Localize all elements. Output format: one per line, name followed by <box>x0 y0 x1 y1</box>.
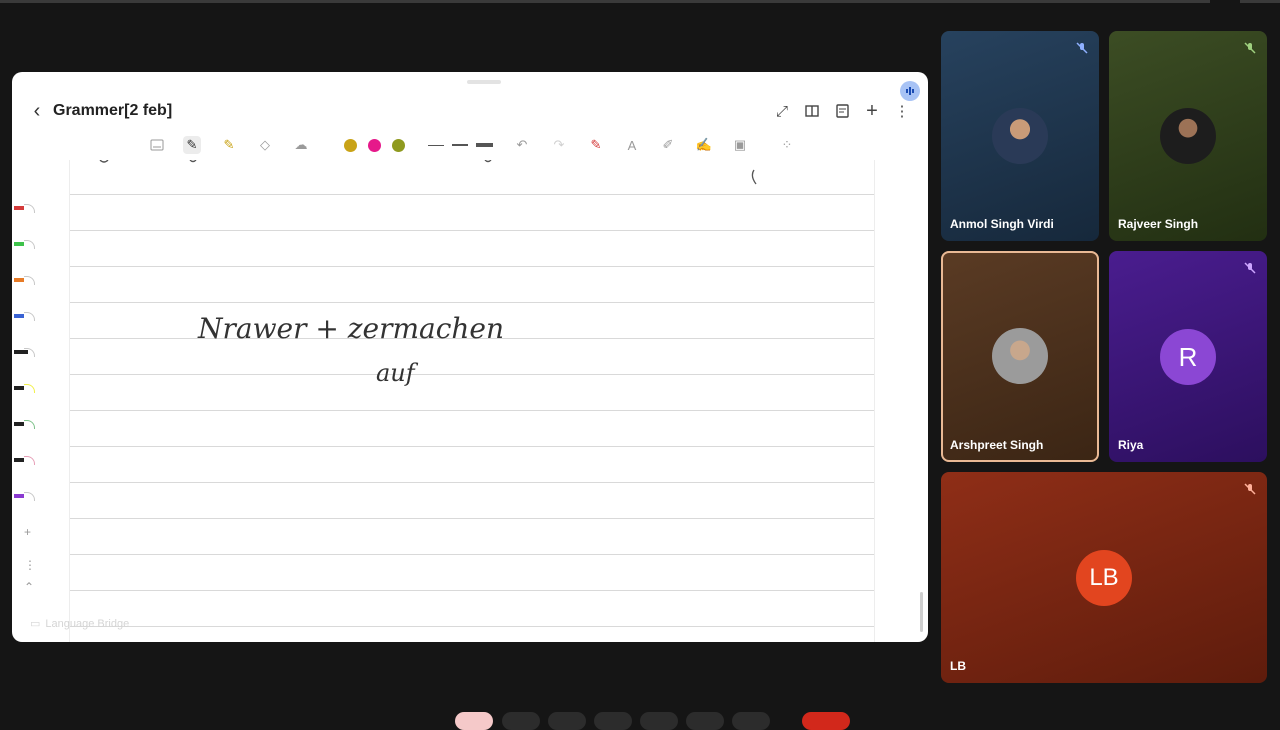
notebook-title: Grammer[2 feb] <box>53 102 173 119</box>
pen-preset-yellow[interactable] <box>14 384 36 393</box>
undo-icon[interactable]: ↶ <box>513 136 531 154</box>
notebook-page-canvas[interactable]: Nrawer + zermachen auf <box>69 160 875 642</box>
participant-name: Anmol Singh Virdi <box>950 217 1054 231</box>
page-settings-icon[interactable] <box>832 100 852 122</box>
more-pens-icon[interactable]: ⋮ <box>24 558 36 572</box>
pen-preset-pink[interactable] <box>14 456 36 465</box>
watermark-text: Language Bridge <box>45 617 130 630</box>
muted-mic-icon <box>1244 262 1256 274</box>
text-style-icon[interactable]: A <box>623 136 641 154</box>
lasso-icon[interactable]: ☁ <box>292 136 310 154</box>
header-actions: ⤢ + ⋮ <box>772 100 912 122</box>
cutoff-ink-strokes <box>99 160 757 185</box>
participant-avatar <box>992 108 1048 164</box>
muted-mic-icon <box>1076 42 1088 54</box>
participant-tile[interactable]: Rajveer Singh <box>1109 31 1267 241</box>
participant-name: Riya <box>1118 438 1144 452</box>
redo-icon[interactable]: ↷ <box>550 136 568 154</box>
notebook-header: ‹ Grammer[2 feb] ⤢ + ⋮ <box>12 94 928 130</box>
add-page-icon[interactable]: + <box>862 100 882 122</box>
more-button[interactable] <box>732 712 770 730</box>
participant-name: Arshpreet Singh <box>950 438 1044 452</box>
insert-image-icon[interactable]: ▣ <box>731 136 749 154</box>
highlighter-icon[interactable]: ✎ <box>220 136 238 154</box>
page-scrollbar[interactable] <box>920 592 923 632</box>
participant-tile[interactable]: R Riya <box>1109 251 1267 462</box>
red-pen-icon[interactable]: ✎ <box>587 136 605 154</box>
participant-name: Rajveer Singh <box>1118 217 1199 231</box>
pen-preset-blue[interactable] <box>14 312 36 321</box>
present-button[interactable] <box>640 712 678 730</box>
pen-preset-purple[interactable] <box>14 492 36 501</box>
captions-button[interactable] <box>594 712 632 730</box>
participant-avatar <box>1160 108 1216 164</box>
stroke-thin[interactable] <box>428 145 444 146</box>
participant-tile[interactable]: LB LB <box>941 472 1267 683</box>
color-swatch-pink[interactable] <box>368 139 381 152</box>
back-icon[interactable]: ‹ <box>26 100 48 122</box>
color-swatch-olive[interactable] <box>392 139 405 152</box>
book-view-icon[interactable] <box>802 100 822 122</box>
handwritten-line-1: Nrawer + zermachen <box>197 312 504 345</box>
eraser-icon[interactable]: ◇ <box>256 136 274 154</box>
leave-call-button[interactable] <box>802 712 850 730</box>
participant-tile-active-speaker[interactable]: Arshpreet Singh <box>941 251 1099 462</box>
handwritten-line-2: auf <box>376 359 419 387</box>
call-controls-bar <box>430 708 860 730</box>
participant-initial-avatar: R <box>1160 329 1216 385</box>
mic-button[interactable] <box>502 712 540 730</box>
collapse-strip-icon[interactable]: ⌃ <box>24 580 34 594</box>
stroke-thick[interactable] <box>476 143 493 147</box>
grid-apps-icon[interactable]: ⁘ <box>778 136 796 154</box>
stroke-medium[interactable] <box>452 144 468 146</box>
handwriting-layer: Nrawer + zermachen auf <box>99 160 757 387</box>
participant-initial-avatar: LB <box>1076 550 1132 606</box>
muted-mic-icon <box>1244 42 1256 54</box>
pen-icon[interactable]: ✎ <box>183 136 201 154</box>
participant-name: LB <box>950 659 966 673</box>
camera-button[interactable] <box>548 712 586 730</box>
participant-tile[interactable]: Anmol Singh Virdi <box>941 31 1099 241</box>
expand-icon[interactable]: ⤢ <box>772 100 792 122</box>
pen-preset-dark-green[interactable] <box>14 420 36 429</box>
handwriting-icon[interactable]: ✍ <box>695 136 713 154</box>
pen-preset-black[interactable] <box>14 348 36 357</box>
muted-mic-icon <box>1244 483 1256 495</box>
pen-preset-red[interactable] <box>14 204 36 213</box>
top-bar <box>0 0 1210 3</box>
raise-hand-button[interactable] <box>455 712 493 730</box>
keyboard-icon[interactable] <box>148 136 166 154</box>
pen-preset-green[interactable] <box>14 240 36 249</box>
watermark-icon: ▭ <box>30 618 41 630</box>
pen-presets-strip: + ⋮ ⌃ <box>12 192 52 612</box>
reactions-button[interactable] <box>686 712 724 730</box>
watermark: ▭ Language Bridge <box>30 617 130 631</box>
top-bar-right <box>1240 0 1280 3</box>
edit-shape-icon[interactable]: ✐ <box>659 136 677 154</box>
more-options-icon[interactable]: ⋮ <box>892 100 912 122</box>
add-pen-icon[interactable]: + <box>24 525 31 539</box>
participant-avatar <box>992 328 1048 384</box>
pen-preset-orange[interactable] <box>14 276 36 285</box>
color-swatch-yellow[interactable] <box>344 139 357 152</box>
drag-handle[interactable] <box>467 80 501 84</box>
drawing-toolbar: ✎ ✎ ◇ ☁ ↶ ↷ ✎ A ✐ ✍ ▣ ⁘ <box>12 134 928 158</box>
shared-notebook-window[interactable]: ‹ Grammer[2 feb] ⤢ + ⋮ ✎ ✎ ◇ ☁ ↶ ↷ ✎ A ✐… <box>12 72 928 642</box>
